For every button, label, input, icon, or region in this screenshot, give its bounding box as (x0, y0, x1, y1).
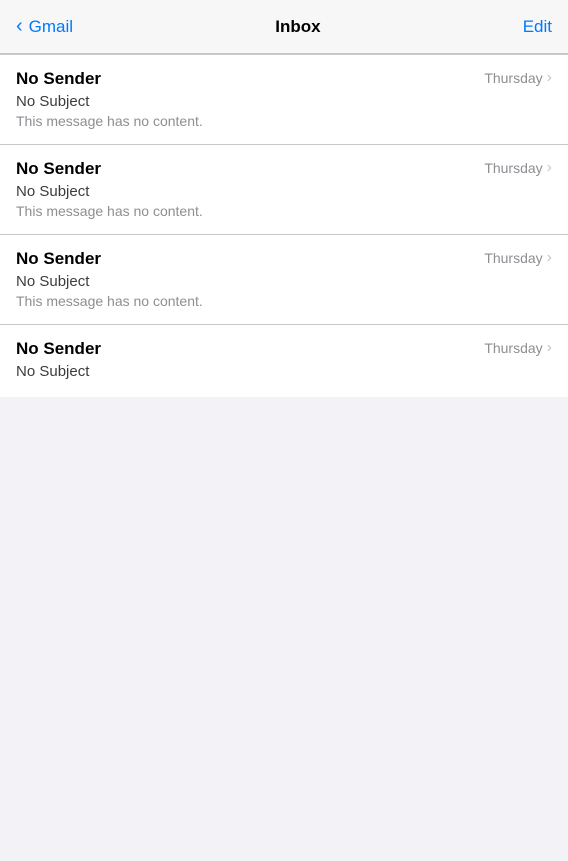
email-header: No Sender Thursday › (16, 69, 552, 89)
email-date: Thursday (484, 160, 542, 176)
chevron-right-icon: › (547, 339, 552, 357)
email-date: Thursday (484, 250, 542, 266)
email-meta: Thursday › (484, 249, 552, 267)
chevron-left-icon: ‹ (16, 15, 23, 38)
page-title: Inbox (275, 17, 320, 37)
edit-button[interactable]: Edit (523, 17, 552, 37)
email-item[interactable]: No Sender Thursday › No Subject This mes… (0, 55, 568, 145)
email-preview: This message has no content. (16, 203, 552, 219)
email-date: Thursday (484, 340, 542, 356)
back-label: Gmail (29, 17, 73, 37)
email-header: No Sender Thursday › (16, 159, 552, 179)
email-sender: No Sender (16, 69, 101, 89)
email-item[interactable]: No Sender Thursday › No Subject This mes… (0, 145, 568, 235)
email-subject: No Subject (16, 363, 552, 380)
chevron-right-icon: › (547, 69, 552, 87)
chevron-right-icon: › (547, 159, 552, 177)
email-sender: No Sender (16, 159, 101, 179)
navigation-bar: ‹ Gmail Inbox Edit (0, 0, 568, 54)
email-meta: Thursday › (484, 339, 552, 357)
email-sender: No Sender (16, 249, 101, 269)
chevron-right-icon: › (547, 249, 552, 267)
email-item[interactable]: No Sender Thursday › No Subject (0, 325, 568, 397)
email-subject: No Subject (16, 273, 552, 290)
email-header: No Sender Thursday › (16, 249, 552, 269)
email-meta: Thursday › (484, 159, 552, 177)
email-subject: No Subject (16, 183, 552, 200)
email-subject: No Subject (16, 93, 552, 110)
email-preview: This message has no content. (16, 293, 552, 309)
email-preview: This message has no content. (16, 113, 552, 129)
email-meta: Thursday › (484, 69, 552, 87)
back-button[interactable]: ‹ Gmail (16, 15, 73, 38)
email-sender: No Sender (16, 339, 101, 359)
email-date: Thursday (484, 70, 542, 86)
email-list: No Sender Thursday › No Subject This mes… (0, 55, 568, 397)
email-item[interactable]: No Sender Thursday › No Subject This mes… (0, 235, 568, 325)
email-header: No Sender Thursday › (16, 339, 552, 359)
